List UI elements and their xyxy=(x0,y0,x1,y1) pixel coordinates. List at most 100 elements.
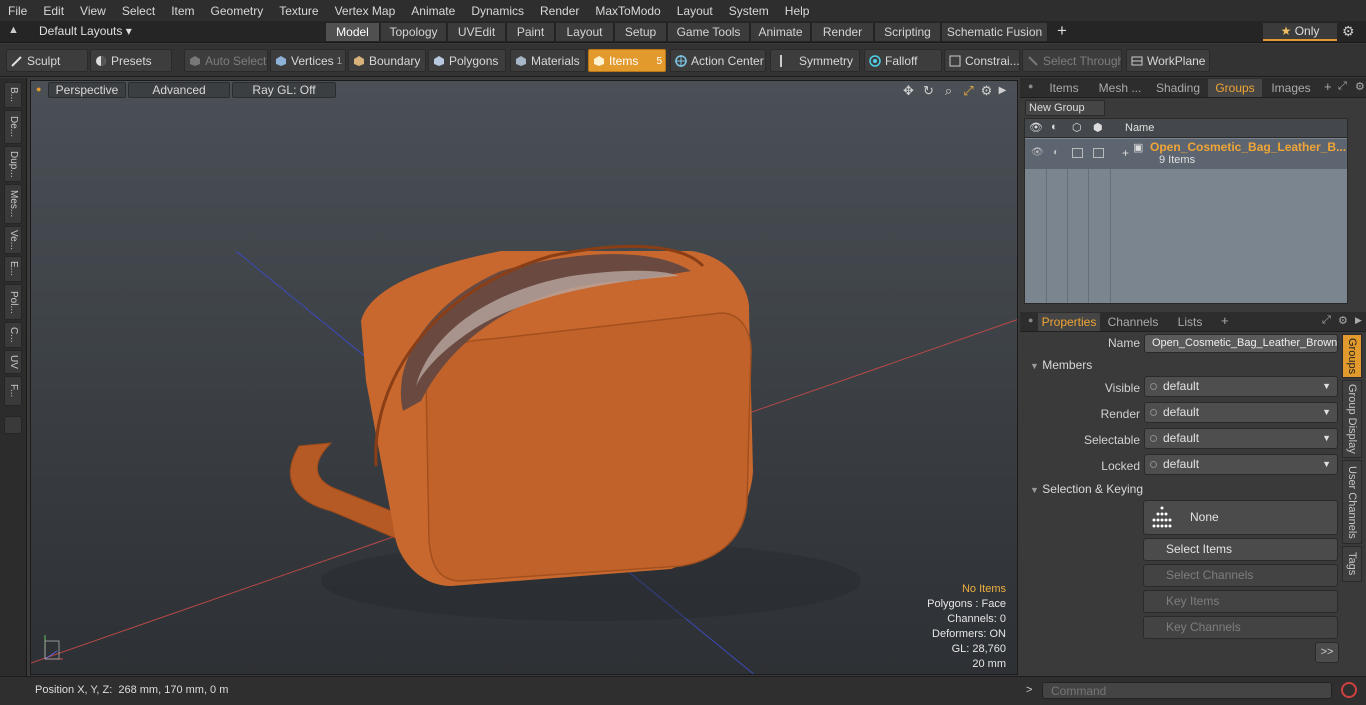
tab-game-tools[interactable]: Game Tools xyxy=(668,23,750,41)
select-items-button[interactable]: Select Items xyxy=(1143,538,1338,561)
more-button[interactable]: >> xyxy=(1315,642,1339,663)
locked-dropdown[interactable]: default ▼ xyxy=(1144,454,1338,475)
menu-edit[interactable]: Edit xyxy=(35,4,72,18)
only-toggle[interactable]: ★ Only xyxy=(1263,23,1337,41)
workplane-button[interactable]: WorkPlane xyxy=(1126,49,1210,72)
properties-arrow-icon[interactable]: ▶ xyxy=(1355,315,1362,326)
row-visibility-eye-icon[interactable]: 👁 xyxy=(1031,147,1044,158)
items-button[interactable]: Items 5 xyxy=(588,49,666,72)
tab-groups[interactable]: Groups xyxy=(1208,79,1262,97)
vertices-button[interactable]: Vertices 1 xyxy=(270,49,346,72)
menu-maxtomodo[interactable]: MaxToModo xyxy=(587,4,668,18)
action-center-button[interactable]: Action Center xyxy=(670,49,766,72)
add-properties-tab-icon[interactable]: + xyxy=(1221,313,1229,328)
tool-tab-fusion[interactable]: F... xyxy=(4,376,22,406)
expand-plus-icon[interactable]: + xyxy=(1122,146,1129,160)
panel-menu-dot[interactable]: ● xyxy=(1028,81,1033,91)
tool-tab-curve[interactable]: C... xyxy=(4,322,22,348)
menu-geometry[interactable]: Geometry xyxy=(203,4,272,18)
polygons-button[interactable]: Polygons xyxy=(428,49,506,72)
tool-tab-mesh[interactable]: Mes... xyxy=(4,184,22,224)
properties-settings-gear-icon[interactable]: ⚙ xyxy=(1338,314,1348,327)
tab-animate[interactable]: Animate xyxy=(751,23,811,41)
select-icon[interactable]: ⬢ xyxy=(1093,121,1103,134)
visible-dropdown[interactable]: default ▼ xyxy=(1144,376,1338,397)
tab-mesh[interactable]: Mesh ... xyxy=(1092,79,1148,97)
tab-layout[interactable]: Layout xyxy=(556,23,614,41)
tab-scripting[interactable]: Scripting xyxy=(875,23,941,41)
tab-schematic-fusion[interactable]: Schematic Fusion xyxy=(942,23,1048,41)
symmetry-button[interactable]: Symmetry xyxy=(770,49,860,72)
menu-dynamics[interactable]: Dynamics xyxy=(463,4,532,18)
properties-menu-dot[interactable]: ● xyxy=(1028,315,1033,325)
row-render-icon[interactable]: ◐ xyxy=(1053,147,1059,158)
sculpt-button[interactable]: Sculpt xyxy=(6,49,88,72)
tab-images[interactable]: Images xyxy=(1266,79,1316,97)
selectable-dropdown[interactable]: default ▼ xyxy=(1144,428,1338,449)
tab-uvedit[interactable]: UVEdit xyxy=(448,23,506,41)
menu-layout[interactable]: Layout xyxy=(669,4,721,18)
record-macro-icon[interactable] xyxy=(1341,682,1357,698)
layout-collapse-icon[interactable]: ▲ xyxy=(8,24,19,36)
presets-button[interactable]: Presets xyxy=(90,49,172,72)
members-section[interactable]: ▼ Members xyxy=(1030,358,1092,372)
tool-tab-basic[interactable]: B... xyxy=(4,82,22,108)
side-tab-user-channels[interactable]: User Channels xyxy=(1342,460,1362,544)
layout-selector[interactable]: Default Layouts ▾ xyxy=(39,24,132,38)
tab-channels[interactable]: Channels xyxy=(1104,313,1162,331)
select-channels-button[interactable]: Select Channels xyxy=(1143,564,1338,587)
row-lock-checkbox[interactable] xyxy=(1072,148,1083,158)
3d-viewport[interactable]: ● Perspective Advanced Ray GL: Off ✥ ↻ ⌕… xyxy=(30,80,1018,675)
add-panel-tab-icon[interactable]: + xyxy=(1324,79,1332,94)
tool-tab-duplicate[interactable]: Dup... xyxy=(4,146,22,182)
auto-select-button[interactable]: Auto Select xyxy=(184,49,268,72)
visibility-eye-icon[interactable]: 👁 xyxy=(1029,121,1043,134)
tool-tab-vertex[interactable]: Ve... xyxy=(4,226,22,254)
panel-maximize-icon[interactable]: ⤢ xyxy=(1338,80,1347,93)
render-icon[interactable]: ◐ xyxy=(1051,121,1058,133)
menu-view[interactable]: View xyxy=(72,4,114,18)
select-through-button[interactable]: Select Through xyxy=(1022,49,1122,72)
selection-keying-section[interactable]: ▼ Selection & Keying xyxy=(1030,482,1143,496)
menu-animate[interactable]: Animate xyxy=(403,4,463,18)
side-tab-group-display[interactable]: Group Display xyxy=(1342,380,1362,458)
menu-item[interactable]: Item xyxy=(163,4,202,18)
menu-file[interactable]: File xyxy=(0,4,35,18)
boundary-button[interactable]: Boundary xyxy=(348,49,426,72)
falloff-button[interactable]: Falloff xyxy=(864,49,942,72)
properties-maximize-icon[interactable]: ⤢ xyxy=(1322,314,1331,327)
tool-tab-polygon[interactable]: Pol... xyxy=(4,284,22,320)
tab-model[interactable]: Model xyxy=(326,23,380,41)
tab-render[interactable]: Render xyxy=(812,23,874,41)
tab-paint[interactable]: Paint xyxy=(507,23,555,41)
tab-properties[interactable]: Properties xyxy=(1038,313,1100,331)
menu-render[interactable]: Render xyxy=(532,4,587,18)
tab-topology[interactable]: Topology xyxy=(381,23,447,41)
lock-icon[interactable]: ⬡ xyxy=(1072,121,1082,134)
menu-select[interactable]: Select xyxy=(114,4,163,18)
side-tab-groups[interactable]: Groups xyxy=(1342,334,1362,378)
tab-shading[interactable]: Shading xyxy=(1152,79,1204,97)
new-group-button[interactable]: New Group xyxy=(1025,100,1105,116)
tab-lists[interactable]: Lists xyxy=(1166,313,1214,331)
panel-settings-gear-icon[interactable]: ⚙ xyxy=(1355,80,1365,93)
constraints-button[interactable]: Constrai... xyxy=(944,49,1020,72)
none-button[interactable]: None xyxy=(1143,500,1338,535)
tool-tab-edge[interactable]: E... xyxy=(4,256,22,282)
menu-texture[interactable]: Texture xyxy=(271,4,326,18)
row-select-checkbox[interactable] xyxy=(1093,148,1104,158)
tab-setup[interactable]: Setup xyxy=(615,23,667,41)
tool-tab-uv[interactable]: UV xyxy=(4,350,22,374)
group-row[interactable]: 👁 ◐ + ▣ Open_Cosmetic_Bag_Leather_B... 9… xyxy=(1025,139,1347,169)
side-tab-tags[interactable]: Tags xyxy=(1342,546,1362,582)
menu-vertex-map[interactable]: Vertex Map xyxy=(327,4,404,18)
tool-strip-toggle[interactable] xyxy=(4,416,22,434)
key-items-button[interactable]: Key Items xyxy=(1143,590,1338,613)
add-tab-icon[interactable]: + xyxy=(1057,21,1067,41)
group-name[interactable]: Open_Cosmetic_Bag_Leather_B... xyxy=(1150,140,1346,154)
command-input[interactable] xyxy=(1042,682,1332,699)
tool-tab-deform[interactable]: De... xyxy=(4,110,22,144)
render-dropdown[interactable]: default ▼ xyxy=(1144,402,1338,423)
menu-system[interactable]: System xyxy=(721,4,777,18)
key-channels-button[interactable]: Key Channels xyxy=(1143,616,1338,639)
